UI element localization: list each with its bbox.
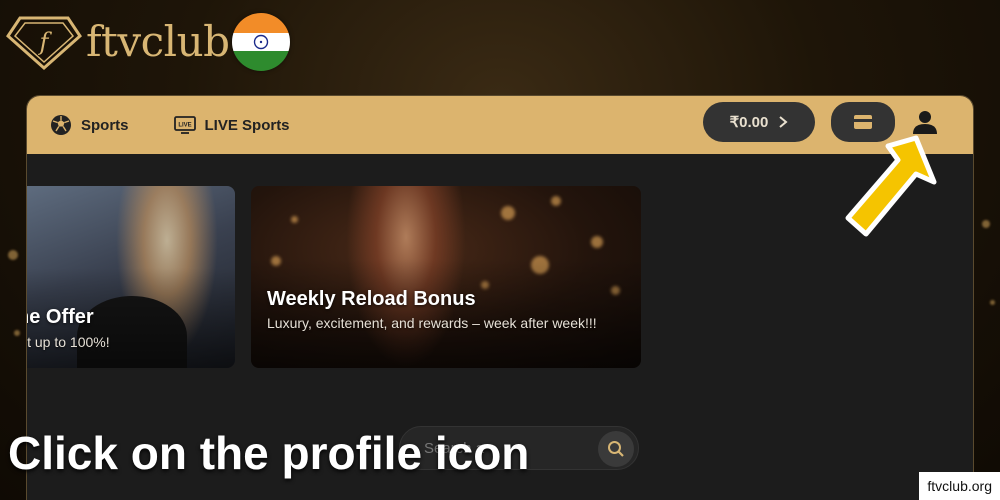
- nav-item-live-sports[interactable]: LIVE LIVE Sports: [173, 96, 290, 154]
- background-sparkle: [990, 300, 995, 305]
- site-watermark: ftvclub.org: [919, 472, 1000, 500]
- banner-shade: [251, 186, 641, 368]
- search-icon: [608, 441, 624, 457]
- brand-name: ftvclub: [86, 17, 230, 66]
- logo-letter: f: [38, 28, 53, 56]
- nav-item-sports[interactable]: Sports: [49, 96, 129, 154]
- india-flag-icon: [231, 13, 290, 71]
- banner-title: ne Offer: [27, 306, 94, 328]
- brand-header: f ftvclub: [6, 10, 290, 74]
- background-sparkle: [8, 250, 18, 260]
- balance-button[interactable]: ₹0.00: [703, 102, 815, 142]
- tutorial-caption: Click on the profile icon: [8, 427, 530, 479]
- balance-amount: ₹0.00: [729, 114, 769, 131]
- banner-title: Weekly Reload Bonus: [267, 288, 476, 310]
- background-sparkle: [982, 220, 990, 228]
- promo-banner-welcome[interactable]: ne Offer sit up to 100%!: [26, 186, 235, 368]
- promo-banner-weekly-reload[interactable]: Weekly Reload Bonus Luxury, excitement, …: [251, 186, 641, 368]
- top-navigation-bar: Sports LIVE LIVE Sports ₹0.00: [27, 96, 973, 154]
- live-tv-icon: LIVE: [173, 116, 196, 134]
- nav-live-sports-label: LIVE Sports: [204, 116, 290, 134]
- live-icon-text: LIVE: [178, 123, 191, 129]
- ftv-diamond-logo-icon: f: [6, 16, 82, 71]
- background-sparkle: [14, 330, 20, 336]
- search-button[interactable]: [598, 431, 634, 467]
- banner-subtitle: Luxury, excitement, and rewards – week a…: [267, 315, 597, 331]
- chevron-right-icon: [779, 116, 788, 128]
- pointer-arrow-icon: [845, 135, 937, 237]
- soccer-ball-icon: [51, 115, 71, 135]
- wallet-card-icon: [854, 115, 872, 129]
- banner-subtitle: sit up to 100%!: [26, 334, 110, 350]
- nav-sports-label: Sports: [81, 116, 129, 134]
